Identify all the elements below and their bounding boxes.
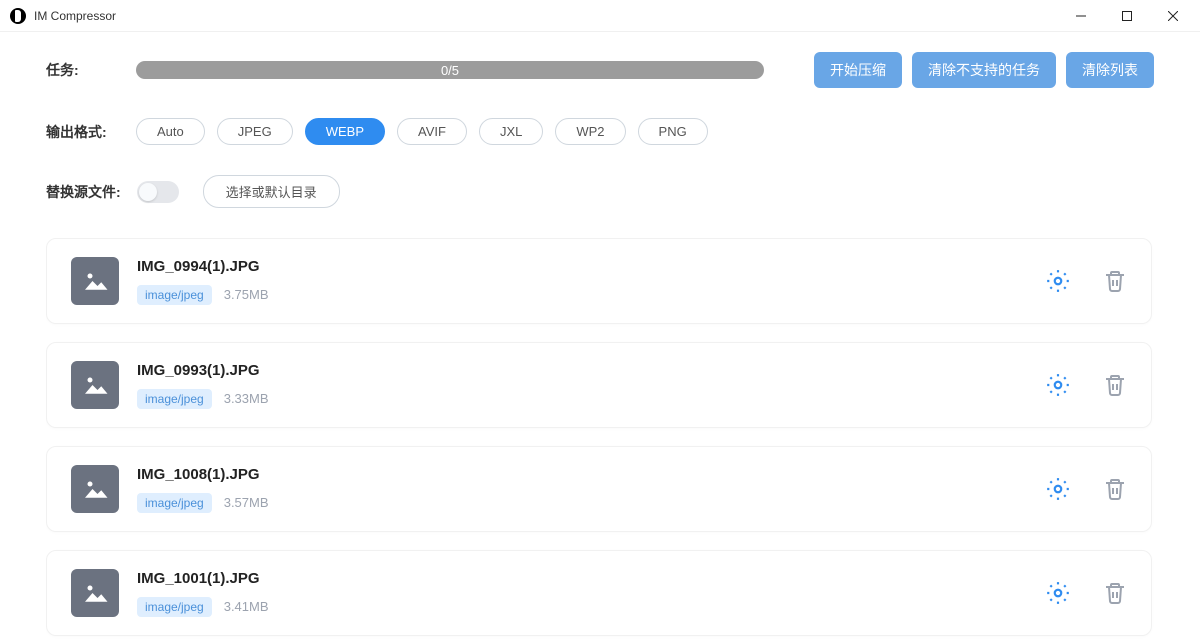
choose-dir-button[interactable]: 选择或默认目录 [203, 175, 340, 208]
window-controls [1058, 0, 1196, 32]
gear-icon [1045, 580, 1071, 606]
file-size: 3.57MB [224, 495, 269, 510]
file-name: IMG_1001(1).JPG [137, 570, 1027, 587]
file-actions [1045, 372, 1127, 398]
file-size: 3.75MB [224, 287, 269, 302]
file-delete-button[interactable] [1103, 373, 1127, 397]
file-thumbnail [71, 465, 119, 513]
file-actions [1045, 580, 1127, 606]
format-pill-jxl[interactable]: JXL [479, 118, 543, 145]
replace-source-toggle[interactable] [137, 181, 179, 203]
file-info: IMG_1008(1).JPG image/jpeg 3.57MB [137, 466, 1027, 513]
image-placeholder-icon [80, 266, 110, 296]
file-settings-button[interactable] [1045, 580, 1071, 606]
image-placeholder-icon [80, 578, 110, 608]
trash-icon [1103, 581, 1127, 605]
format-pill-webp[interactable]: WEBP [305, 118, 385, 145]
file-meta: image/jpeg 3.41MB [137, 597, 1027, 617]
clear-list-button[interactable]: 清除列表 [1066, 52, 1154, 88]
file-thumbnail [71, 257, 119, 305]
close-button[interactable] [1150, 0, 1196, 32]
file-info: IMG_0994(1).JPG image/jpeg 3.75MB [137, 258, 1027, 305]
file-settings-button[interactable] [1045, 268, 1071, 294]
file-settings-button[interactable] [1045, 476, 1071, 502]
file-card: IMG_0994(1).JPG image/jpeg 3.75MB [46, 238, 1152, 324]
mime-badge: image/jpeg [137, 493, 212, 513]
format-pill-auto[interactable]: Auto [136, 118, 205, 145]
format-pill-wp2[interactable]: WP2 [555, 118, 625, 145]
format-pill-group: Auto JPEG WEBP AVIF JXL WP2 PNG [136, 118, 708, 145]
file-delete-button[interactable] [1103, 477, 1127, 501]
progress-bar: 0/5 [136, 61, 764, 79]
file-thumbnail [71, 569, 119, 617]
file-name: IMG_0993(1).JPG [137, 362, 1027, 379]
output-format-label: 输出格式: [46, 122, 136, 142]
image-placeholder-icon [80, 474, 110, 504]
clear-unsupported-button[interactable]: 清除不支持的任务 [912, 52, 1056, 88]
window-titlebar: IM Compressor [0, 0, 1200, 32]
file-info: IMG_1001(1).JPG image/jpeg 3.41MB [137, 570, 1027, 617]
file-actions [1045, 268, 1127, 294]
mime-badge: image/jpeg [137, 389, 212, 409]
mime-badge: image/jpeg [137, 285, 212, 305]
file-thumbnail [71, 361, 119, 409]
minimize-icon [1076, 11, 1086, 21]
tasks-label: 任务: [46, 60, 136, 80]
file-meta: image/jpeg 3.75MB [137, 285, 1027, 305]
file-name: IMG_1008(1).JPG [137, 466, 1027, 483]
replace-source-label: 替换源文件: [46, 182, 121, 202]
minimize-button[interactable] [1058, 0, 1104, 32]
file-delete-button[interactable] [1103, 581, 1127, 605]
file-list[interactable]: IMG_0994(1).JPG image/jpeg 3.75MB IMG_0993(… [46, 238, 1154, 641]
gear-icon [1045, 372, 1071, 398]
progress-text: 0/5 [441, 63, 459, 78]
file-info: IMG_0993(1).JPG image/jpeg 3.33MB [137, 362, 1027, 409]
file-size: 3.33MB [224, 391, 269, 406]
app-icon [10, 8, 26, 24]
file-name: IMG_0994(1).JPG [137, 258, 1027, 275]
file-meta: image/jpeg 3.57MB [137, 493, 1027, 513]
trash-icon [1103, 373, 1127, 397]
file-meta: image/jpeg 3.33MB [137, 389, 1027, 409]
titlebar-left: IM Compressor [10, 8, 116, 24]
start-compress-button[interactable]: 开始压缩 [814, 52, 902, 88]
file-card: IMG_1008(1).JPG image/jpeg 3.57MB [46, 446, 1152, 532]
file-card: IMG_0993(1).JPG image/jpeg 3.33MB [46, 342, 1152, 428]
trash-icon [1103, 477, 1127, 501]
file-settings-button[interactable] [1045, 372, 1071, 398]
format-pill-jpeg[interactable]: JPEG [217, 118, 293, 145]
file-delete-button[interactable] [1103, 269, 1127, 293]
action-buttons: 开始压缩 清除不支持的任务 清除列表 [814, 52, 1154, 88]
file-card: IMG_1001(1).JPG image/jpeg 3.41MB [46, 550, 1152, 636]
gear-icon [1045, 268, 1071, 294]
format-pill-avif[interactable]: AVIF [397, 118, 467, 145]
format-pill-png[interactable]: PNG [638, 118, 708, 145]
replace-source-row: 替换源文件: 选择或默认目录 [46, 175, 1154, 208]
gear-icon [1045, 476, 1071, 502]
tasks-row: 任务: 0/5 开始压缩 清除不支持的任务 清除列表 [46, 52, 1154, 88]
output-format-row: 输出格式: Auto JPEG WEBP AVIF JXL WP2 PNG [46, 118, 1154, 145]
mime-badge: image/jpeg [137, 597, 212, 617]
window-title: IM Compressor [34, 9, 116, 23]
trash-icon [1103, 269, 1127, 293]
maximize-button[interactable] [1104, 0, 1150, 32]
file-actions [1045, 476, 1127, 502]
image-placeholder-icon [80, 370, 110, 400]
close-icon [1168, 11, 1178, 21]
file-size: 3.41MB [224, 599, 269, 614]
maximize-icon [1122, 11, 1132, 21]
